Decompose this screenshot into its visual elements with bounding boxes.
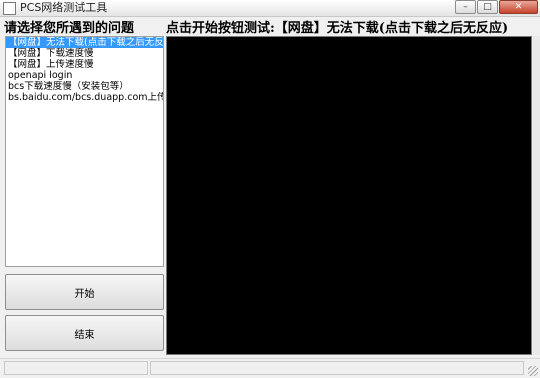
window-title: PCS网络测试工具 xyxy=(20,1,108,14)
status-pane-right xyxy=(150,361,524,375)
problem-list[interactable]: 【网盘】无法下载(点击下载之后无反应) 【网盘】下载速度慢 【网盘】上传速度慢 … xyxy=(5,36,164,267)
test-output-console xyxy=(166,36,532,355)
list-item[interactable]: openapi login xyxy=(6,70,163,81)
status-pane-left xyxy=(4,361,148,375)
list-item[interactable]: bs.baidu.com/bcs.duapp.com上传慢 xyxy=(6,92,163,103)
list-item[interactable]: 【网盘】无法下载(点击下载之后无反应) xyxy=(6,37,163,48)
start-button[interactable]: 开始 xyxy=(5,274,164,310)
list-item[interactable]: 【网盘】下载速度慢 xyxy=(6,48,163,59)
title-bar: PCS网络测试工具 – □ ✕ xyxy=(0,0,540,17)
minimize-icon[interactable]: – xyxy=(455,0,476,14)
list-item[interactable]: bcs下载速度慢（安装包等） xyxy=(6,81,163,92)
resize-grip-icon[interactable] xyxy=(528,366,538,376)
maximize-icon[interactable]: □ xyxy=(477,0,498,14)
stop-button[interactable]: 结束 xyxy=(5,315,164,351)
status-bar xyxy=(0,358,540,378)
list-item[interactable]: 【网盘】上传速度慢 xyxy=(6,59,163,70)
window-edge xyxy=(533,36,540,355)
window-controls: – □ ✕ xyxy=(455,0,538,14)
close-icon[interactable]: ✕ xyxy=(499,0,538,14)
app-icon xyxy=(3,2,16,15)
test-status-heading: 点击开始按钮测试:【网盘】无法下载(点击下载之后无反应) xyxy=(166,21,509,36)
problem-list-heading: 请选择您所遇到的问题 xyxy=(4,21,135,36)
